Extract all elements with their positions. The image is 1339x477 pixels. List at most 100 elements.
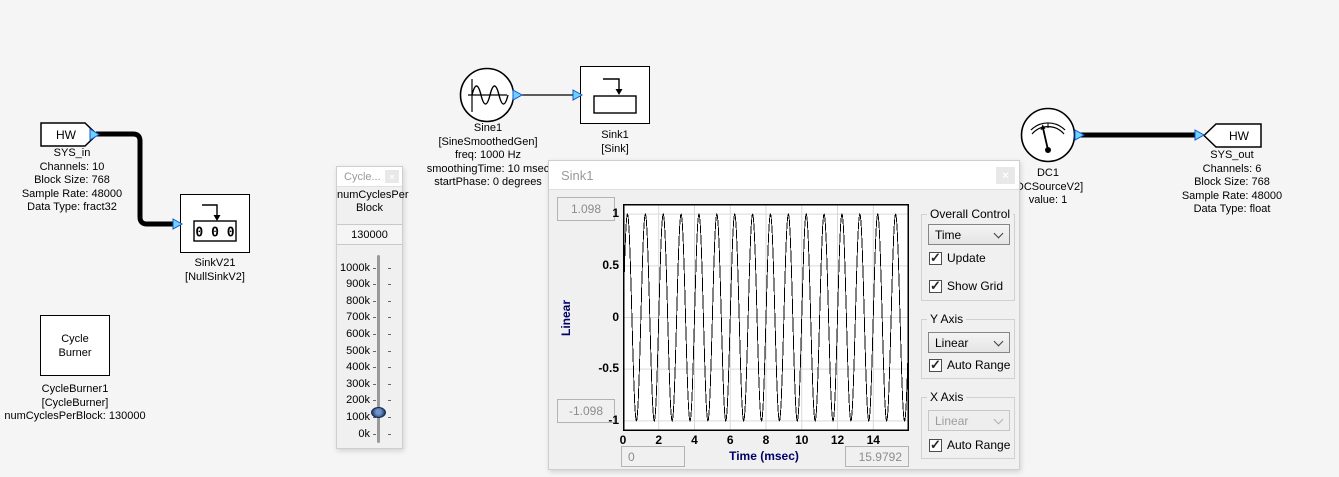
dc1-block[interactable] — [1020, 106, 1078, 164]
sink1-block[interactable] — [580, 66, 650, 124]
slider-tick-label: 100k — [340, 411, 370, 423]
checkbox-box — [929, 359, 942, 372]
y-axis-title: Linear — [557, 204, 575, 431]
sink1-scope-window: Sink1 × 1.098 -1.098 Linear 10.50-0.5-1 … — [548, 160, 1020, 470]
y-axis-legend: Y Axis — [927, 312, 966, 326]
slider-tick-mark — [388, 284, 391, 285]
slider-tick-label: 200k — [340, 394, 370, 406]
x-axis-title: Time (msec) — [694, 449, 834, 463]
null-sink-counter-icon: 0 0 0 — [181, 195, 248, 251]
slider-tick-mark — [373, 384, 376, 385]
x-max-readout-field[interactable]: 15.9792 — [845, 446, 909, 467]
slider-tick-mark — [373, 434, 376, 435]
x-tick-label: 8 — [751, 433, 781, 447]
slider-tick-mark — [388, 384, 391, 385]
slider-tick-label: 800k — [340, 295, 370, 307]
slider-param-name-line: Block — [337, 202, 402, 215]
overall-control-legend: Overall Control — [927, 207, 1013, 221]
slider-value-field[interactable]: 130000 — [337, 225, 402, 244]
update-checkbox[interactable]: Update — [929, 251, 986, 265]
scope-window-titlebar[interactable]: Sink1 — [549, 161, 1019, 190]
slider-tick-mark — [388, 434, 391, 435]
slider-tick-label: 500k — [340, 345, 370, 357]
show-grid-checkbox[interactable]: Show Grid — [929, 279, 1003, 293]
block-detail: [Sink] — [555, 143, 675, 157]
cycleburner-block[interactable]: CycleBurner — [40, 315, 110, 376]
block-detail: Data Type: fract32 — [2, 201, 142, 215]
block-name: SinkV21 — [150, 257, 280, 271]
sink-icon — [581, 67, 648, 122]
y-tick-label: -0.5 — [577, 361, 619, 375]
x-tick-label: 12 — [823, 433, 853, 447]
slider-thumb[interactable] — [371, 407, 386, 418]
scope-plot — [623, 204, 909, 431]
sine1-block[interactable] — [459, 66, 517, 124]
block-detail: Sample Rate: 48000 — [1162, 190, 1302, 204]
block-name: CycleBurner1 — [0, 383, 150, 397]
checkbox-label: Update — [947, 251, 986, 265]
sys-out-block[interactable]: HW — [1202, 123, 1262, 149]
slider-tick-label: 400k — [340, 361, 370, 373]
overall-control-dropdown[interactable]: Time — [928, 224, 1010, 245]
slider-tick-label: 600k — [340, 328, 370, 340]
x-axis-dropdown[interactable]: Linear — [928, 410, 1010, 431]
slider-tick-mark — [388, 334, 391, 335]
block-detail: Data Type: float — [1162, 203, 1302, 217]
x-axis-legend: X Axis — [927, 390, 966, 404]
block-name: SYS_out — [1162, 149, 1302, 163]
x-tick-label: 4 — [680, 433, 710, 447]
slider-window-title: Cycle... — [344, 171, 381, 183]
sinkv21-block[interactable]: 0 0 0 — [180, 194, 250, 253]
sink1-labels: Sink1 [Sink] — [555, 129, 675, 156]
slider-tick-label: 700k — [340, 311, 370, 323]
overall-control-dropdown-value: Time — [935, 228, 961, 242]
checkbox-box — [929, 280, 942, 293]
slider-tick-label: 300k — [340, 378, 370, 390]
slider-param-name: numCyclesPerBlock — [337, 189, 402, 215]
slider-tick-mark — [373, 367, 376, 368]
block-body-line: Cycle — [61, 332, 89, 346]
slider-tick-mark — [373, 284, 376, 285]
slider-tick-mark — [373, 317, 376, 318]
block-detail: Channels: 10 — [2, 161, 142, 175]
block-detail: freq: 1000 Hz — [408, 149, 568, 163]
chevron-down-icon — [994, 336, 1004, 346]
sinkv21-labels: SinkV21 [NullSinkV2] — [150, 257, 280, 284]
sys-in-labels: SYS_in Channels: 10Block Size: 768Sample… — [2, 147, 142, 215]
audio-weaver-layout-canvas: HW SYS_in Channels: 10Block Size: 768Sam… — [0, 0, 1339, 477]
slider-tick-mark — [373, 301, 376, 302]
slider-tick-mark — [388, 400, 391, 401]
x-tick-label: 0 — [608, 433, 638, 447]
chevron-down-icon — [994, 228, 1004, 238]
y-axis-dropdown[interactable]: Linear — [928, 332, 1010, 353]
slider-scale: 1000k900k800k700k600k500k400k300k200k100… — [337, 245, 404, 450]
y-auto-range-checkbox[interactable]: Auto Range — [929, 358, 1010, 372]
block-detail: Block Size: 768 — [1162, 176, 1302, 190]
block-detail: Block Size: 768 — [2, 174, 142, 188]
block-detail: [NullSinkV2] — [150, 271, 280, 285]
slider-window-close-button[interactable]: × — [385, 170, 399, 183]
sys-in-block[interactable]: HW — [40, 122, 100, 148]
block-detail: Sample Rate: 48000 — [2, 188, 142, 202]
checkbox-label: Auto Range — [947, 438, 1010, 452]
slider-tick-mark — [373, 334, 376, 335]
slider-tick-label: 900k — [340, 278, 370, 290]
slider-tick-mark — [373, 351, 376, 352]
x-min-readout-field[interactable]: 0 — [621, 446, 685, 467]
block-detail: numCyclesPerBlock: 130000 — [0, 410, 150, 424]
overall-control-group: Overall Control Time Update Show Grid — [921, 214, 1015, 301]
slider-tick-mark — [373, 268, 376, 269]
slider-tick-mark — [388, 268, 391, 269]
checkbox-label: Auto Range — [947, 358, 1010, 372]
sys-out-labels: SYS_out Channels: 6Block Size: 768Sample… — [1162, 149, 1302, 217]
x-axis-dropdown-value: Linear — [935, 414, 968, 428]
block-body-line: Burner — [58, 346, 91, 360]
y-tick-label: 0 — [577, 310, 619, 324]
scope-window-close-button[interactable]: × — [996, 167, 1015, 184]
checkbox-box — [929, 439, 942, 452]
counter-digits: 0 0 0 — [195, 226, 234, 241]
block-detail: smoothingTime: 10 msec — [408, 163, 568, 177]
block-detail: [CycleBurner] — [0, 397, 150, 411]
x-auto-range-checkbox[interactable]: Auto Range — [929, 438, 1010, 452]
checkbox-label: Show Grid — [947, 279, 1003, 293]
